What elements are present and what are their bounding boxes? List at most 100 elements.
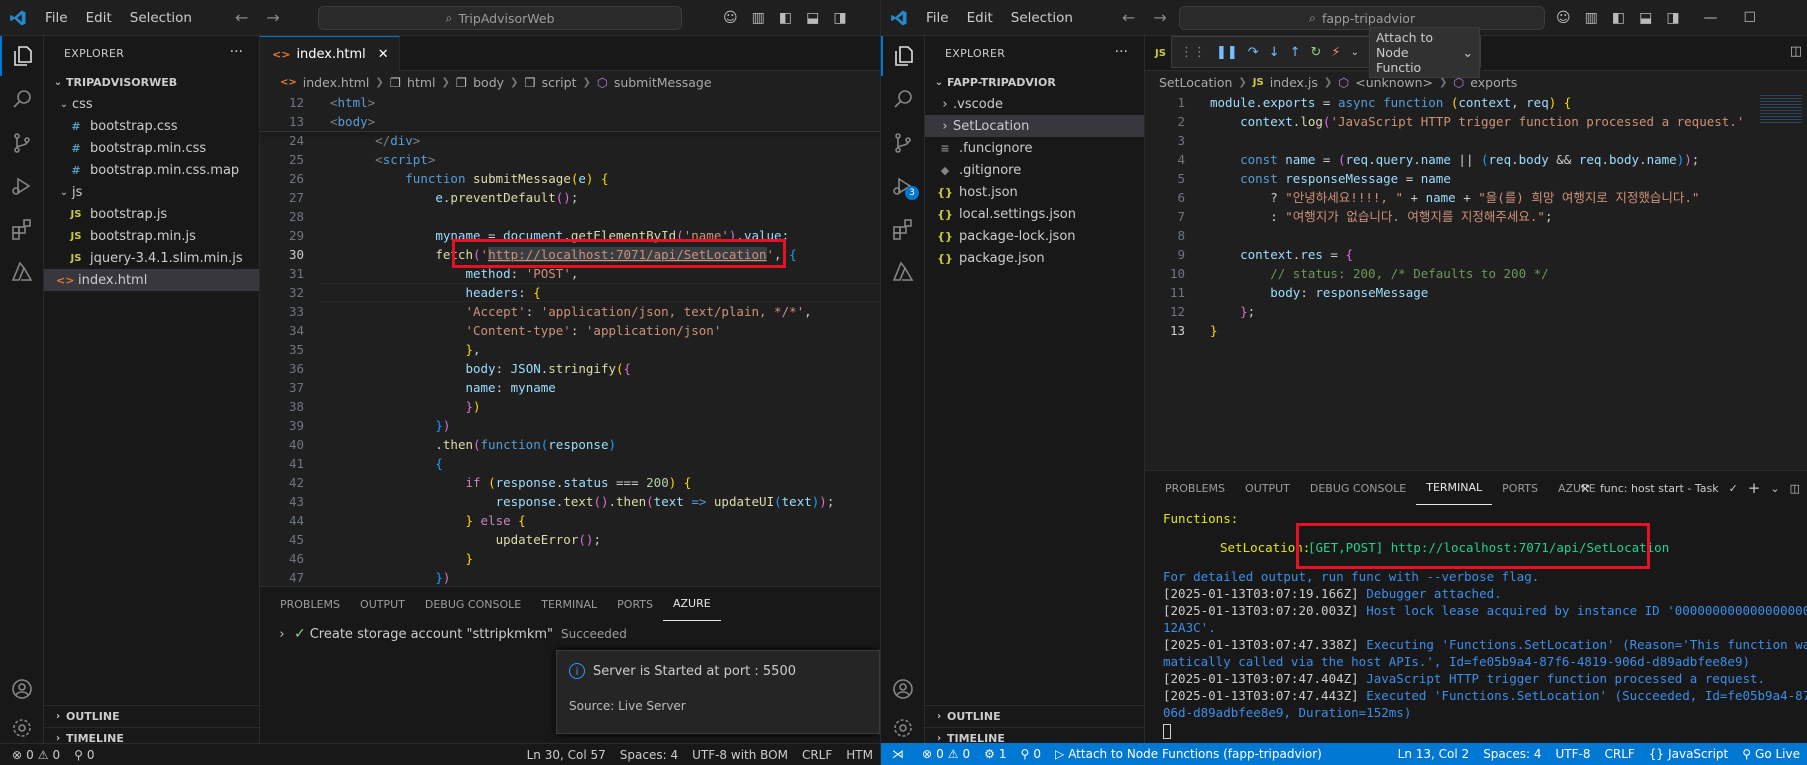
panel-tab-output[interactable]: OUTPUT [350,587,415,621]
chevron-down-icon[interactable]: ⌄ [1351,47,1359,58]
source-control-icon[interactable] [881,123,925,163]
breadcrumb-item[interactable]: submitMessage [614,75,712,90]
code-editor[interactable]: <html> <body> </div> <script> function s… [260,93,880,585]
split-terminal-icon[interactable]: ◫ [1790,482,1800,495]
forward-arrow-icon[interactable]: → [266,8,279,27]
outline-section[interactable]: › OUTLINE [925,705,1144,727]
line-ending[interactable]: CRLF [795,744,839,765]
pause-icon[interactable]: ❚❚ [1216,45,1238,60]
explorer-icon[interactable] [881,36,925,76]
ports-status[interactable]: ⚲ 0 [1014,743,1048,765]
search-activity-icon[interactable] [0,79,44,119]
problems-status[interactable]: ⊗ 0 ⚠ 0 [0,744,67,765]
file-bootstrap-min-css[interactable]: # bootstrap.min.css [44,137,259,159]
file-local-settings-json[interactable]: {} local.settings.json [925,203,1144,225]
file-package-json[interactable]: {} package.json [925,247,1144,269]
step-out-icon[interactable]: ↑ [1290,45,1301,60]
go-live-button[interactable]: ⚲ Go Live [1735,743,1807,765]
problems-status[interactable]: ⊗ 0 ⚠ 0 [915,743,977,765]
panel-tab-azure[interactable]: AZURE [663,587,721,621]
file-index-html[interactable]: <> index.html [44,269,259,291]
language-mode[interactable]: HTM [839,744,880,765]
panel-tab-problems[interactable]: PROBLEMS [1155,471,1235,505]
drag-handle-icon[interactable]: ⋮⋮ [1180,45,1206,60]
file-bootstrap-js[interactable]: JS bootstrap.js [44,203,259,225]
minimap[interactable] [1760,93,1802,123]
run-debug-icon[interactable]: 3 [881,166,925,206]
debug-config-status[interactable]: ▷ Attach to Node Functions (fapp-tripadvi… [1048,743,1329,765]
explorer-icon[interactable] [0,36,44,76]
folder-js[interactable]: ⌄ js [44,181,259,203]
line-ending[interactable]: CRLF [1597,743,1641,765]
command-center-search[interactable]: ⌕ TripAdvisorWeb [318,6,682,30]
step-over-icon[interactable]: ↷ [1248,45,1259,60]
manage-gear-icon[interactable] [881,708,925,748]
accounts-icon[interactable] [0,669,44,709]
encoding[interactable]: UTF-8 [1549,743,1598,765]
toggle-sidebar-icon[interactable]: ◧ [779,10,792,26]
back-arrow-icon[interactable]: ← [235,8,248,27]
folder-setlocation[interactable]: › SetLocation [925,115,1144,137]
breadcrumb-item[interactable]: index.js [1270,75,1318,90]
maximize-icon[interactable]: ☐ [1744,10,1757,26]
file-bootstrap-min-css-map[interactable]: # bootstrap.min.css.map [44,159,259,181]
file-host-json[interactable]: {} host.json [925,181,1144,203]
extensions-icon[interactable] [0,209,44,249]
indentation[interactable]: Spaces: 4 [613,744,685,765]
toggle-secondary-sidebar-icon[interactable]: ◨ [1666,10,1679,26]
copilot-icon[interactable]: ☺ [1556,10,1571,26]
menu-edit[interactable]: Edit [958,10,1002,26]
panel-tab-terminal[interactable]: TERMINAL [531,587,607,621]
menu-selection[interactable]: Selection [121,10,201,26]
tab-index-html[interactable]: <> index.html ✕ [260,36,400,71]
step-into-icon[interactable]: ↓ [1269,45,1280,60]
customize-layout-icon[interactable]: ▥ [1585,10,1598,26]
terminal-output[interactable]: Functions: SetLocation: [GET,POST] http:… [1145,505,1807,743]
extensions-icon[interactable] [881,209,925,249]
folder-vscode[interactable]: › .vscode [925,93,1144,115]
file-package-lock-json[interactable]: {} package-lock.json [925,225,1144,247]
breadcrumb-item[interactable]: html [407,75,435,90]
run-debug-icon[interactable] [0,166,44,206]
toggle-panel-icon[interactable]: ⬓ [1639,10,1652,26]
debug-target-select[interactable]: Attach to Node Functio ⌄ [1368,26,1480,78]
forward-arrow-icon[interactable]: → [1153,8,1166,27]
encoding[interactable]: UTF-8 with BOM [685,744,795,765]
copilot-icon[interactable]: ☺ [723,10,738,26]
panel-tab-debug-console[interactable]: DEBUG CONSOLE [1300,471,1416,505]
breadcrumb-item[interactable]: index.html [303,75,370,90]
ports-status[interactable]: ⚲ 0 [67,744,101,765]
file-bootstrap-css[interactable]: # bootstrap.css [44,115,259,137]
panel-tab-ports[interactable]: PORTS [607,587,663,621]
customize-layout-icon[interactable]: ▥ [752,10,765,26]
menu-file[interactable]: File [36,10,77,26]
azure-icon[interactable] [881,252,925,292]
manage-gear-icon[interactable] [0,708,44,748]
toggle-panel-icon[interactable]: ⬓ [806,10,819,26]
menu-edit[interactable]: Edit [77,10,121,26]
cursor-position[interactable]: Ln 30, Col 57 [520,744,613,765]
add-terminal-icon[interactable]: + [1748,479,1761,497]
more-actions-icon[interactable]: ··· [1115,44,1128,60]
toggle-secondary-sidebar-icon[interactable]: ◨ [833,10,846,26]
panel-tab-output[interactable]: OUTPUT [1235,471,1300,505]
command-center-search[interactable]: ⌕ fapp-tripadvior [1179,6,1545,30]
split-editor-icon[interactable]: ◫ [1790,44,1802,59]
source-control-icon[interactable] [0,123,44,163]
debug-sessions-status[interactable]: ⚙ 1 [977,743,1013,765]
chevron-down-icon[interactable]: ⌄ [1770,482,1779,495]
panel-tab-terminal[interactable]: TERMINAL [1416,471,1493,505]
menu-selection[interactable]: Selection [1002,10,1082,26]
toggle-sidebar-icon[interactable]: ◧ [1612,10,1625,26]
minimize-icon[interactable]: — [1704,10,1718,26]
azure-icon[interactable] [0,252,44,292]
outline-section[interactable]: › OUTLINE [44,705,259,727]
disconnect-icon[interactable]: ⚡ [1331,45,1340,60]
accounts-icon[interactable] [881,669,925,709]
code-editor[interactable]: module.exports = async function (context… [1145,93,1807,470]
azure-activity-item[interactable]: › ✓ Create storage account "sttripkmkm" … [260,623,880,645]
breadcrumb-item[interactable]: body [473,75,504,90]
remote-icon[interactable]: ⋊ [881,743,915,765]
close-icon[interactable]: ✕ [378,47,389,62]
language-mode[interactable]: {} JavaScript [1642,743,1735,765]
